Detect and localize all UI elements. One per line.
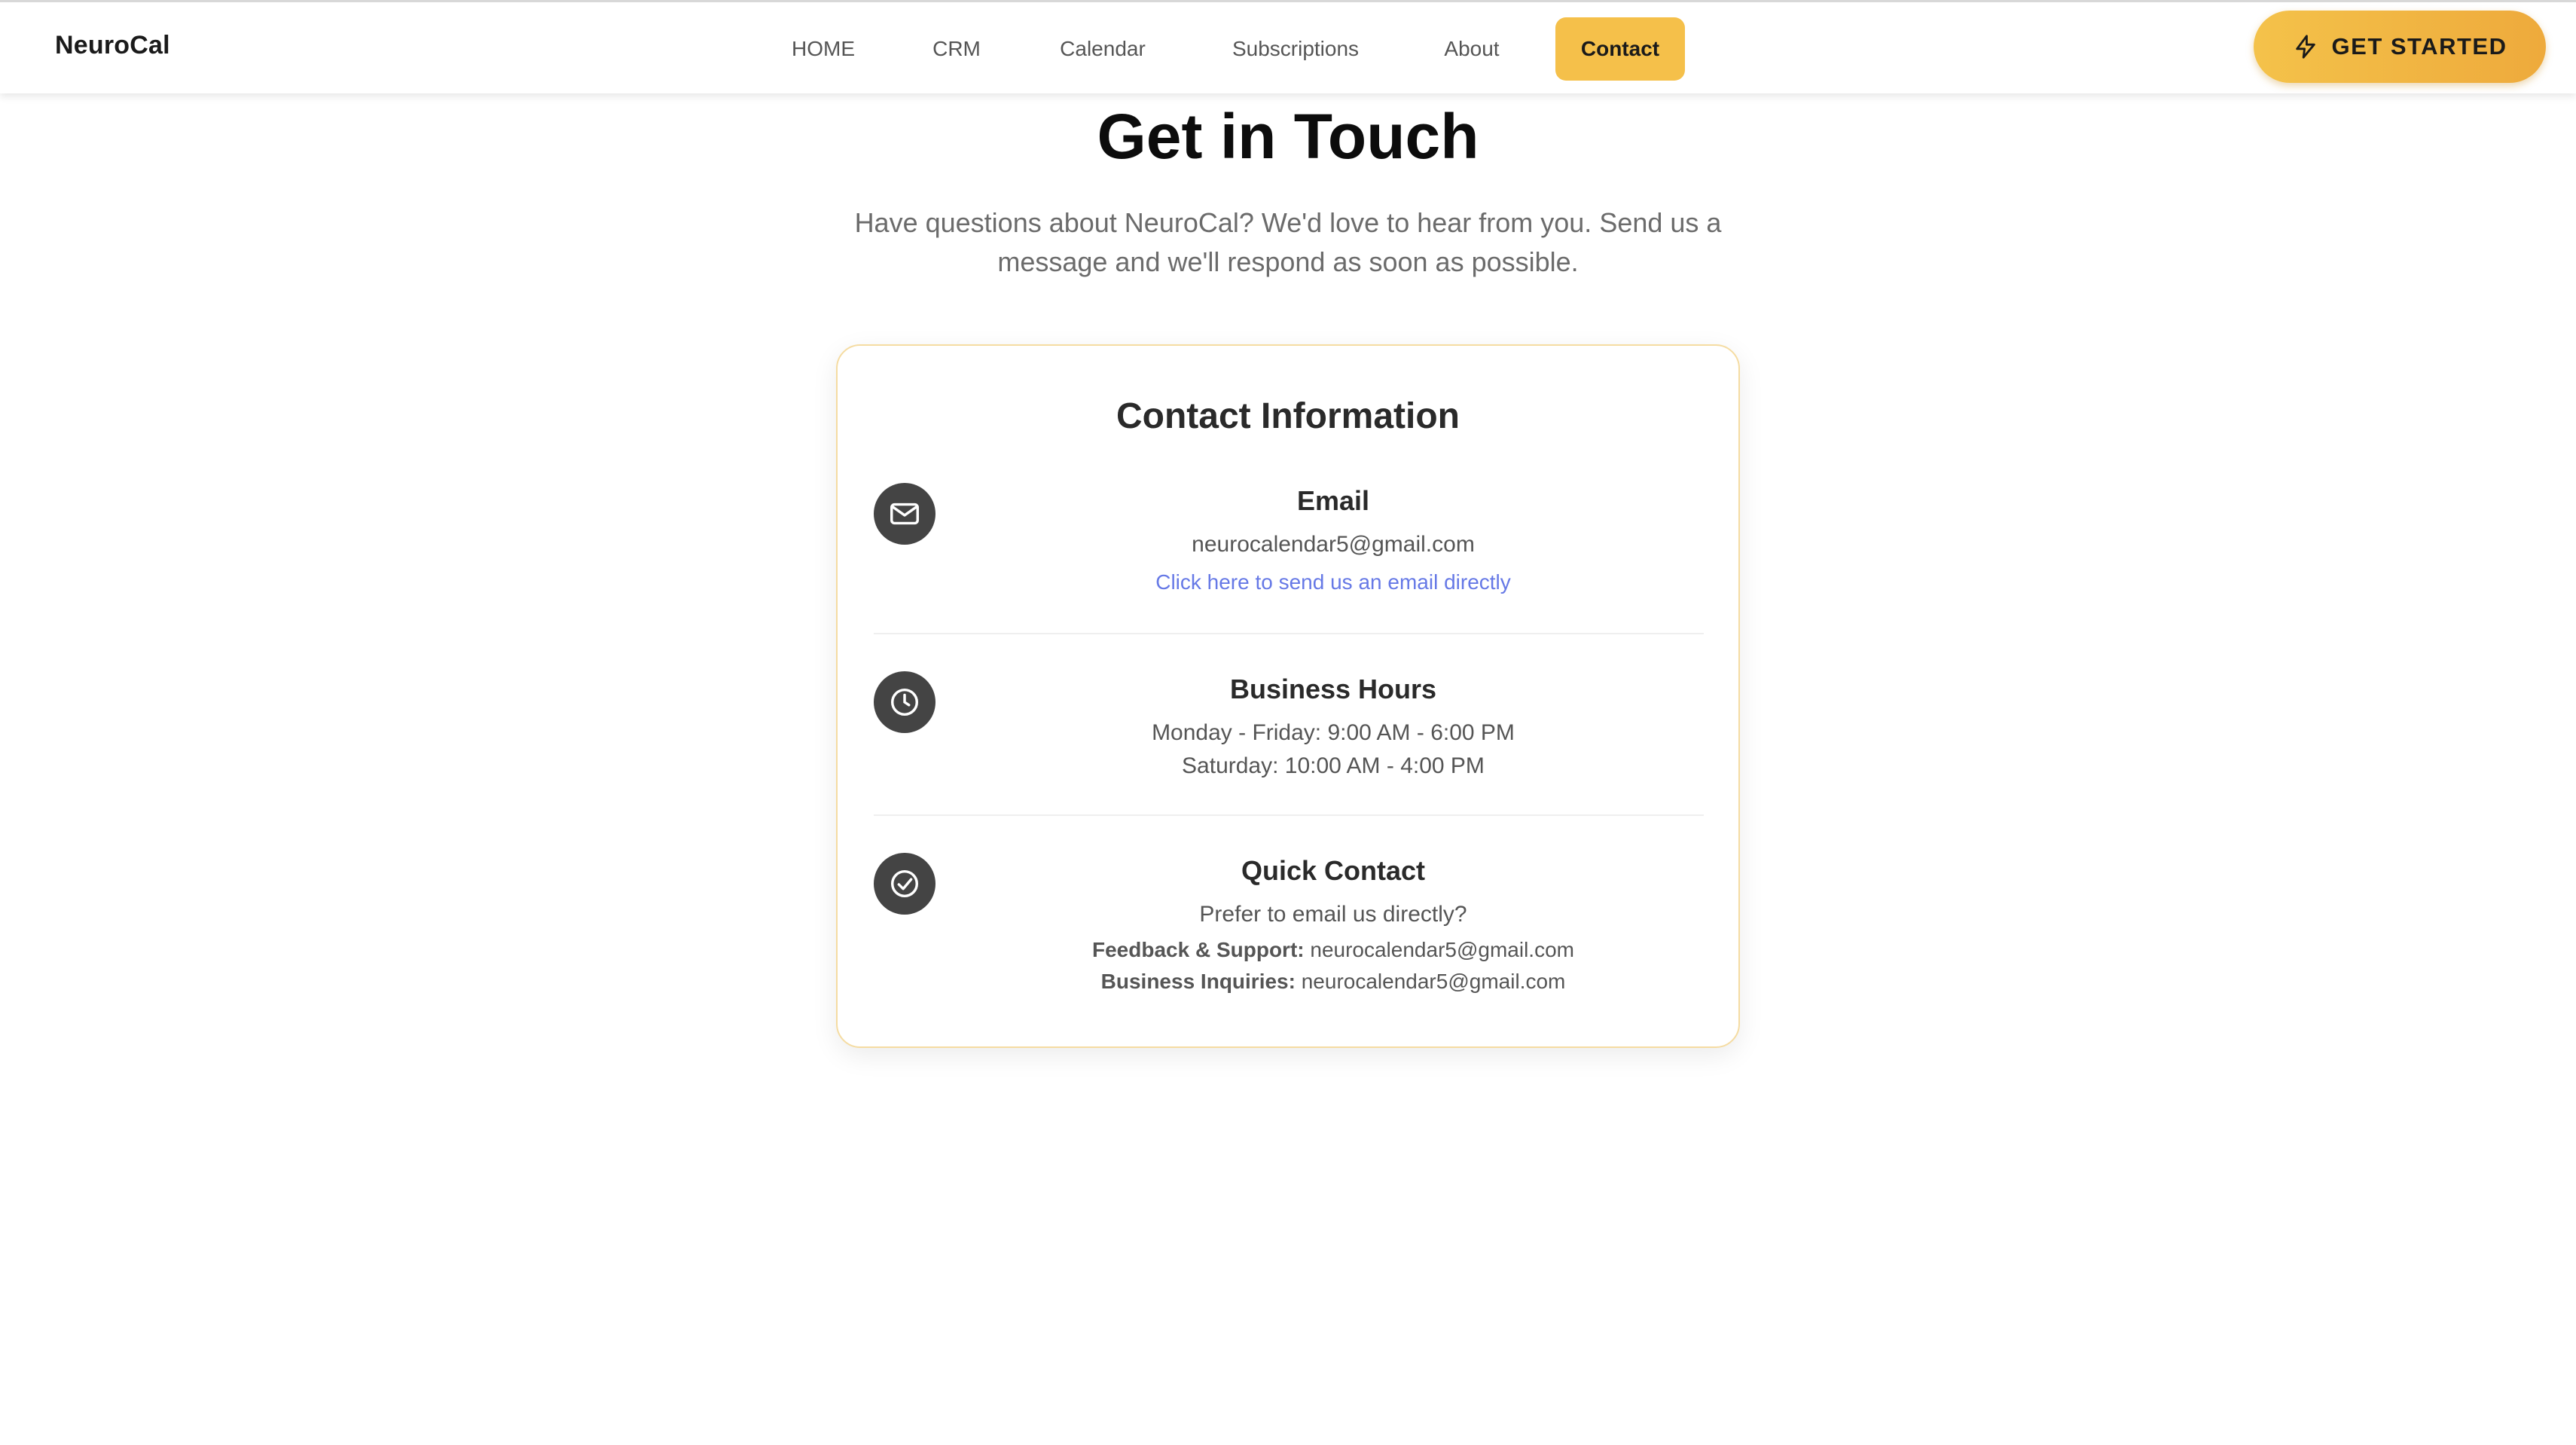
nav-item-subscriptions[interactable]: Subscriptions: [1208, 17, 1383, 81]
business-hours-content: Business Hours Monday - Friday: 9:00 AM …: [957, 671, 1710, 783]
page-subtitle: Have questions about NeuroCal? We'd love…: [854, 207, 1722, 277]
email-title: Email: [1296, 485, 1370, 516]
mail-icon: [874, 483, 935, 545]
lightning-bolt-icon: [2295, 35, 2315, 59]
quick-contact-prompt: Prefer to email us directly?: [1199, 902, 1467, 927]
get-started-label: GET STARTED: [2331, 33, 2507, 60]
main-nav: HOME CRM Calendar Subscriptions About Co…: [0, 17, 2576, 81]
email-address: neurocalendar5@gmail.com: [1192, 532, 1475, 557]
weekday-hours: Monday - Friday: 9:00 AM - 6:00 PM: [1152, 720, 1515, 745]
nav-item-crm[interactable]: CRM: [916, 17, 997, 81]
clock-icon: [874, 671, 935, 733]
business-inquiries-email: neurocalendar5@gmail.com: [1301, 970, 1566, 993]
business-inquiries-label: Business Inquiries:: [1100, 970, 1296, 993]
feedback-support-line: Feedback & Support: neurocalendar5@gmail…: [957, 934, 1710, 966]
nav-item-calendar[interactable]: Calendar: [1042, 17, 1163, 81]
send-email-link[interactable]: Click here to send us an email directly: [957, 567, 1710, 597]
get-started-button[interactable]: GET STARTED: [2254, 11, 2546, 83]
email-content: Email neurocalendar5@gmail.com Click her…: [957, 483, 1710, 597]
quick-contact-content: Quick Contact Prefer to email us directl…: [957, 853, 1710, 997]
feedback-support-label: Feedback & Support:: [1092, 938, 1305, 961]
feedback-support-email: neurocalendar5@gmail.com: [1310, 938, 1574, 961]
quick-contact-title: Quick Contact: [1241, 855, 1426, 886]
check-circle-icon: [874, 853, 935, 915]
nav-item-contact[interactable]: Contact: [1555, 17, 1685, 81]
email-section: Email neurocalendar5@gmail.com Click her…: [874, 483, 1704, 634]
business-hours-section: Business Hours Monday - Friday: 9:00 AM …: [874, 671, 1704, 816]
top-navbar: NeuroCal HOME CRM Calendar Subscriptions…: [0, 0, 2576, 93]
business-hours-title: Business Hours: [1229, 674, 1437, 704]
contact-info-card: Contact Information Email neurocalendar5…: [836, 344, 1740, 1048]
business-inquiries-line: Business Inquiries: neurocalendar5@gmail…: [957, 966, 1710, 997]
nav-item-about[interactable]: About: [1424, 17, 1520, 81]
card-title: Contact Information: [1116, 396, 1460, 436]
quick-contact-section: Quick Contact Prefer to email us directl…: [874, 853, 1704, 1011]
saturday-hours: Saturday: 10:00 AM - 4:00 PM: [1182, 753, 1485, 778]
nav-item-home[interactable]: HOME: [779, 17, 868, 81]
page-title: Get in Touch: [1097, 101, 1479, 172]
